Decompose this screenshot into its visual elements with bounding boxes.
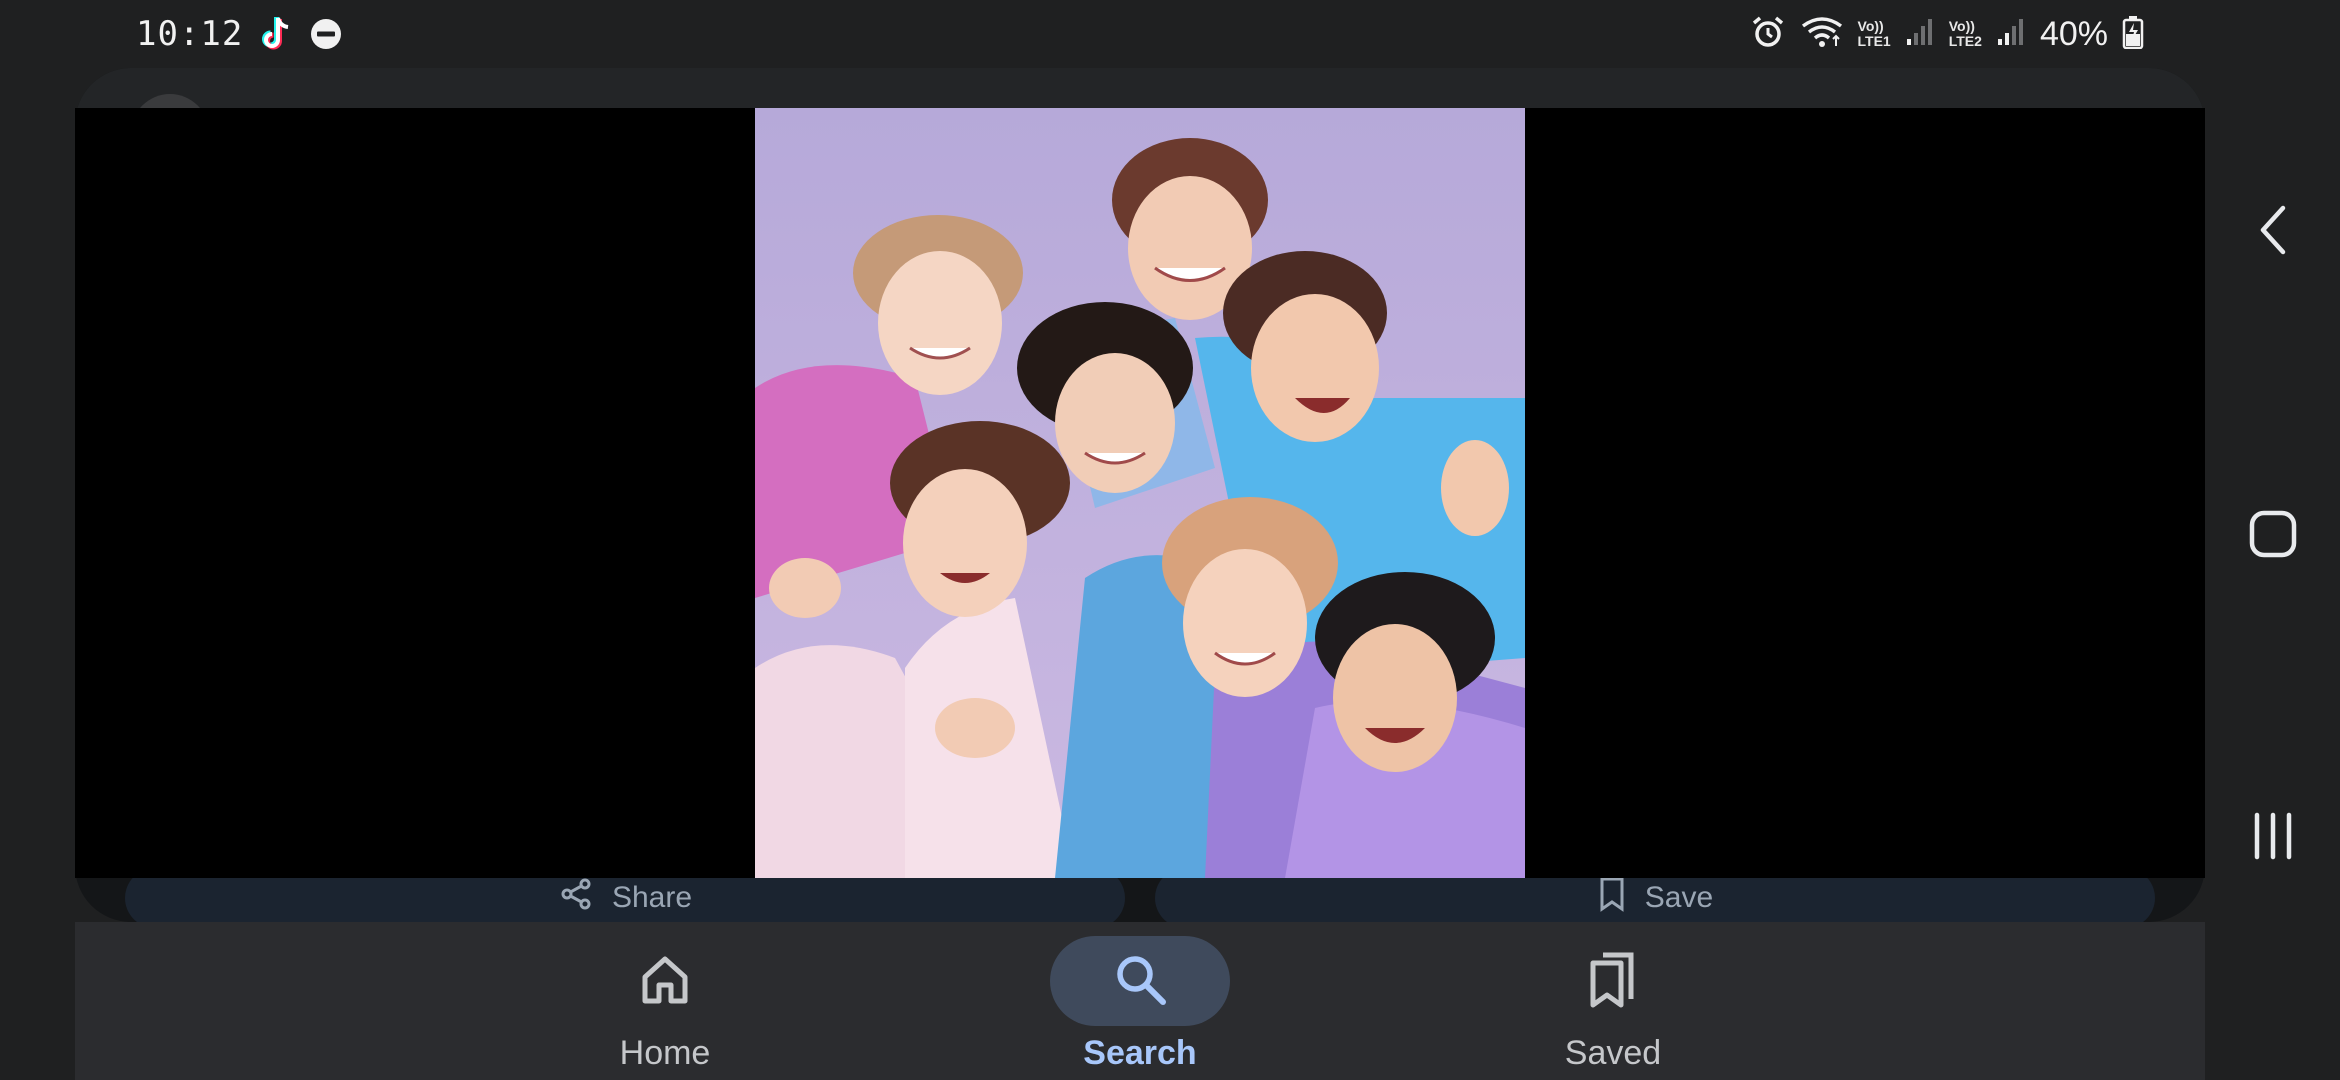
nav-home-icon-wrap xyxy=(575,936,755,1026)
image-viewer[interactable] xyxy=(75,108,2205,878)
home-icon xyxy=(637,951,693,1012)
status-left: 10:12 xyxy=(136,12,343,56)
search-icon xyxy=(1111,950,1169,1013)
nav-saved-label: Saved xyxy=(1564,1034,1662,1072)
sim1-label: Vo)) LTE1 xyxy=(1858,19,1891,49)
bottom-navigation: Home Search Saved xyxy=(75,922,2205,1080)
sim1-label-bottom: LTE1 xyxy=(1857,33,1891,49)
nav-saved-icon-wrap xyxy=(1523,936,1703,1026)
saved-icon xyxy=(1585,949,1641,1014)
clock: 10:12 xyxy=(136,14,244,54)
nav-search-label: Search xyxy=(1083,1034,1197,1072)
signal-icon xyxy=(1905,17,1935,52)
sim1-label-top: Vo)) xyxy=(1857,18,1884,34)
do-not-disturb-icon xyxy=(309,17,343,51)
group-photo[interactable] xyxy=(755,108,1525,878)
share-icon xyxy=(558,876,594,920)
system-home-button[interactable] xyxy=(2241,504,2305,568)
alarm-icon xyxy=(1750,14,1786,55)
sim2-label: Vo)) LTE2 xyxy=(1949,19,1982,49)
nav-home[interactable]: Home xyxy=(545,936,785,1076)
card-top-strip xyxy=(75,68,2205,108)
battery-percent: 40% xyxy=(2039,14,2108,53)
recents-icon xyxy=(2248,811,2298,866)
sim2-label-bottom: LTE2 xyxy=(1948,33,1982,49)
screen: 10:12 Vo)) LTE1 Vo)) LTE2 40% Share Save… xyxy=(0,0,2340,1080)
system-navigation xyxy=(2205,66,2340,1080)
battery-charging-icon xyxy=(2122,15,2144,54)
system-back-button[interactable] xyxy=(2241,200,2305,264)
signal-icon xyxy=(1996,17,2026,52)
status-right: Vo)) LTE1 Vo)) LTE2 40% xyxy=(1750,12,2144,56)
home-button-icon xyxy=(2248,509,2298,564)
tiktok-icon xyxy=(259,15,293,53)
wifi-icon xyxy=(1800,14,1844,55)
share-label: Share xyxy=(611,881,693,914)
status-bar: 10:12 Vo)) LTE1 Vo)) LTE2 40% xyxy=(0,0,2340,66)
sim2-label-top: Vo)) xyxy=(1948,18,1975,34)
back-icon xyxy=(2253,202,2293,263)
nav-home-label: Home xyxy=(619,1034,711,1072)
nav-search-icon-wrap xyxy=(1050,936,1230,1026)
bookmark-icon xyxy=(1597,876,1627,920)
nav-search[interactable]: Search xyxy=(1020,936,1260,1076)
nav-saved[interactable]: Saved xyxy=(1493,936,1733,1076)
system-recents-button[interactable] xyxy=(2241,806,2305,870)
save-label: Save xyxy=(1644,881,1714,914)
